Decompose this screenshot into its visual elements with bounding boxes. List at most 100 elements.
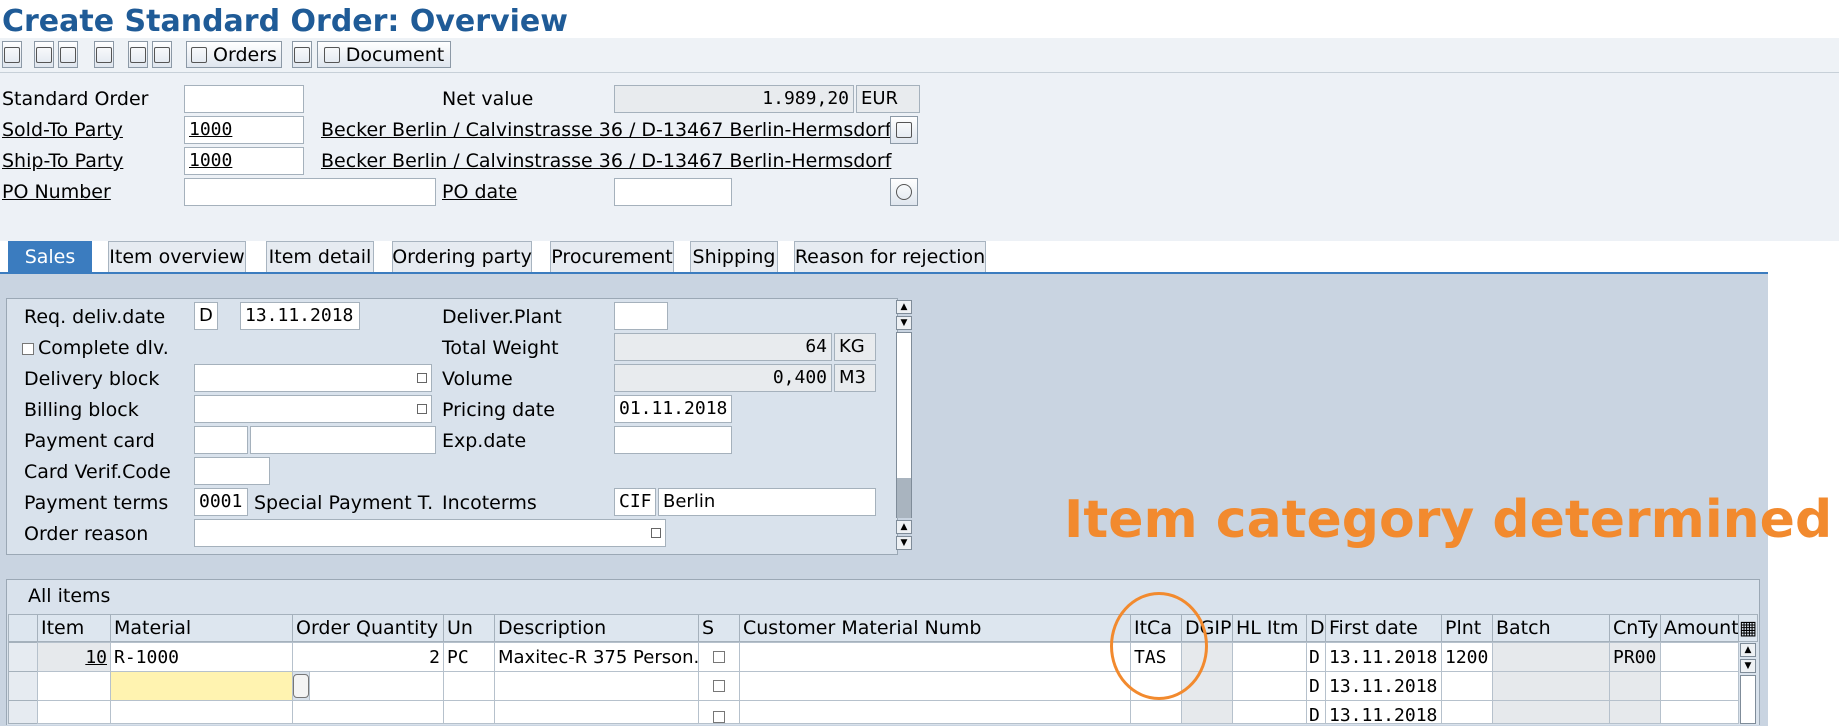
dropdown-icon[interactable]	[417, 404, 427, 414]
column-header-d[interactable]: D	[1306, 614, 1326, 642]
table-row-batch[interactable]	[1492, 671, 1610, 701]
table-row-item[interactable]: 10	[37, 642, 111, 672]
table-scrollbar-track[interactable]	[1740, 675, 1756, 724]
column-header-order-quantity[interactable]: Order Quantity	[292, 614, 444, 642]
column-header-batch[interactable]: Batch	[1492, 614, 1610, 642]
table-row-quantity[interactable]	[292, 700, 444, 724]
po-search-button[interactable]	[890, 178, 918, 206]
column-header-material[interactable]: Material	[110, 614, 293, 642]
table-row-plnt[interactable]: 1200	[1441, 642, 1493, 672]
payment-card-number-input[interactable]	[250, 426, 436, 454]
display-other-document-button[interactable]	[2, 41, 22, 68]
incoterms-place-input[interactable]: Berlin	[658, 488, 876, 516]
delivery-block-select[interactable]	[194, 364, 432, 392]
column-header-customer-material[interactable]: Customer Material Numb	[739, 614, 1131, 642]
document-button[interactable]: Document	[317, 41, 451, 68]
scroll-page-up-icon[interactable]: ▼	[896, 316, 912, 330]
payment-card-type-input[interactable]	[194, 426, 248, 454]
table-row-cnty[interactable]: PR00	[1609, 642, 1661, 672]
ship-to-address-link[interactable]: Becker Berlin / Calvinstrasse 36 / D-134…	[321, 150, 891, 172]
table-row-material[interactable]	[110, 700, 293, 724]
incoterms-code-input[interactable]: CIF	[614, 488, 656, 516]
scroll-down-icon[interactable]: ▼	[896, 536, 912, 550]
column-header-cnty[interactable]: CnTy	[1609, 614, 1661, 642]
table-row-hl-itm[interactable]	[1232, 642, 1307, 672]
column-header-first-date[interactable]: First date	[1325, 614, 1442, 642]
table-scroll-page-down-icon[interactable]: ▼	[1740, 659, 1756, 673]
table-row-first-date[interactable]: 13.11.2018	[1325, 700, 1442, 724]
table-row-description[interactable]: Maxitec-R 375 Person...	[494, 642, 699, 672]
table-row-d[interactable]: D	[1306, 642, 1326, 672]
po-date-label[interactable]: PO date	[442, 181, 517, 203]
table-row-material[interactable]	[110, 671, 293, 701]
status-checkbox[interactable]	[713, 711, 725, 723]
table-row-cnty[interactable]	[1609, 671, 1661, 701]
standard-order-input[interactable]	[184, 85, 304, 113]
table-row-unit[interactable]	[443, 671, 495, 701]
table-row-d[interactable]: D	[1306, 700, 1326, 724]
sum-button[interactable]	[292, 41, 312, 68]
column-header-item[interactable]: Item	[37, 614, 111, 642]
scroll-up-icon[interactable]: ▲	[896, 300, 912, 314]
ship-to-party-label[interactable]: Ship-To Party	[2, 150, 123, 172]
req-deliv-date-input[interactable]: 13.11.2018	[240, 302, 360, 330]
tab-item-overview[interactable]: Item overview	[108, 241, 246, 272]
value-help-icon[interactable]	[293, 674, 309, 698]
table-row-first-date[interactable]: 13.11.2018	[1325, 671, 1442, 701]
table-row-plnt[interactable]	[1441, 671, 1493, 701]
table-row-amount[interactable]	[1660, 642, 1739, 672]
card-verif-code-input[interactable]	[194, 457, 270, 485]
deliver-plant-input[interactable]	[614, 302, 668, 330]
tab-procurement[interactable]: Procurement	[550, 241, 674, 272]
table-row-unit[interactable]	[443, 700, 495, 724]
table-row-customer-material[interactable]	[739, 700, 1131, 724]
po-number-label[interactable]: PO Number	[2, 181, 111, 203]
fast-change-button[interactable]	[94, 41, 114, 68]
table-row-d[interactable]: D	[1306, 671, 1326, 701]
row-selector[interactable]	[8, 642, 38, 672]
table-row-itca[interactable]	[1130, 700, 1182, 724]
dropdown-icon[interactable]	[417, 373, 427, 383]
table-row-plnt[interactable]	[1441, 700, 1493, 724]
table-row-customer-material[interactable]	[739, 671, 1131, 701]
select-all-header[interactable]	[8, 614, 38, 642]
tab-shipping[interactable]: Shipping	[690, 241, 778, 272]
status-checkbox[interactable]	[713, 651, 725, 663]
change-button[interactable]	[152, 41, 172, 68]
po-number-input[interactable]	[184, 178, 436, 206]
column-header-un[interactable]: Un	[443, 614, 495, 642]
column-header-description[interactable]: Description	[494, 614, 699, 642]
payment-terms-input[interactable]: 0001	[194, 488, 248, 516]
ship-to-party-input[interactable]: 1000	[184, 147, 304, 175]
column-header-hl-itm[interactable]: HL Itm	[1232, 614, 1307, 642]
row-selector[interactable]	[8, 671, 38, 701]
table-row-item[interactable]	[37, 671, 111, 701]
tab-sales[interactable]: Sales	[8, 241, 92, 272]
table-scroll-up-icon[interactable]: ▲	[1740, 643, 1756, 657]
table-row-first-date[interactable]: 13.11.2018	[1325, 642, 1442, 672]
billing-block-select[interactable]	[194, 395, 432, 423]
order-reason-select[interactable]	[194, 519, 666, 547]
sales-scrollbar-thumb[interactable]	[897, 478, 911, 518]
sold-to-address-link[interactable]: Becker Berlin / Calvinstrasse 36 / D-134…	[321, 119, 891, 141]
table-row-description[interactable]	[494, 700, 699, 724]
table-row-unit[interactable]: PC	[443, 642, 495, 672]
header-button[interactable]	[34, 41, 54, 68]
complete-dlv-checkbox[interactable]	[22, 343, 34, 355]
table-row-hl-itm[interactable]	[1232, 671, 1307, 701]
column-header-amount[interactable]: Amount	[1660, 614, 1739, 642]
table-row-cnty[interactable]	[1609, 700, 1661, 724]
tab-reason-for-rejection[interactable]: Reason for rejection	[794, 241, 986, 272]
table-row-description[interactable]	[494, 671, 699, 701]
pricing-date-input[interactable]: 01.11.2018	[614, 395, 732, 423]
table-row-quantity[interactable]	[309, 671, 444, 701]
tab-item-detail[interactable]: Item detail	[266, 241, 374, 272]
row-selector[interactable]	[8, 700, 38, 724]
table-row-amount[interactable]	[1660, 671, 1739, 701]
tab-ordering-party[interactable]: Ordering party	[392, 241, 532, 272]
req-deliv-date-type-input[interactable]: D	[194, 302, 218, 330]
table-row-hl-itm[interactable]	[1232, 700, 1307, 724]
column-header-s[interactable]: S	[698, 614, 740, 642]
exp-date-input[interactable]	[614, 426, 732, 454]
table-settings-icon[interactable]: ▦	[1738, 614, 1758, 642]
